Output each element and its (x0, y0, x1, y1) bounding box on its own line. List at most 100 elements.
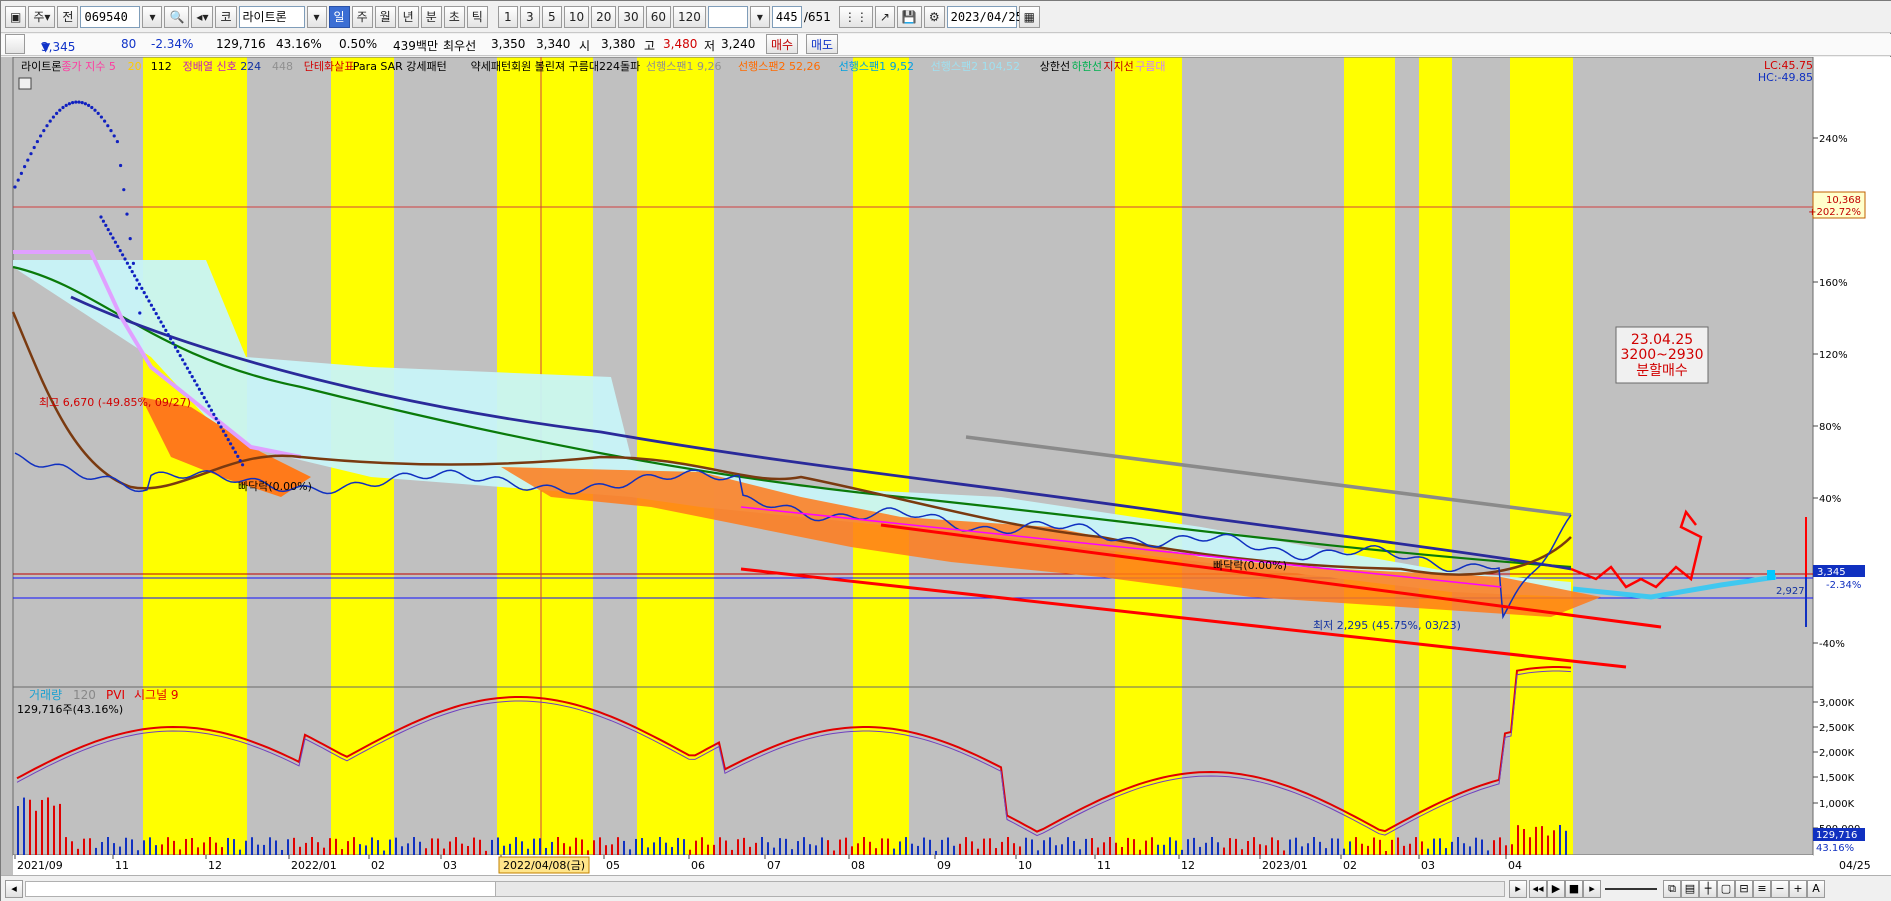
save-icon[interactable]: 💾 (896, 5, 922, 28)
sell-button[interactable]: 매도 (806, 34, 839, 54)
x-tick-label: 2022/01 (291, 859, 337, 872)
volume-bar (1463, 843, 1465, 855)
sar-dot (140, 286, 144, 290)
volume-bar (797, 841, 799, 855)
tab-year[interactable]: 년 (397, 5, 419, 28)
settings-icon[interactable]: ⚙ (923, 5, 945, 28)
window-icon[interactable]: ▢ (1717, 880, 1735, 898)
scrollbar[interactable]: ◂ ▸ ◂◂ ▶ ■ ▸ ⧉ ▤ ┼ ▢ ⊟ ≡ − + A (1, 875, 1891, 901)
volume-bar (683, 839, 685, 855)
list-icon[interactable]: ≡ (1753, 880, 1771, 898)
interval-dropdown-icon[interactable]: ▾ (749, 5, 770, 28)
interval-60[interactable]: 60 (645, 5, 671, 28)
buy-button[interactable]: 매수 (766, 34, 799, 54)
turnover-pct: 0.50% (339, 37, 378, 51)
volume-bar (185, 838, 187, 855)
crosshair-icon[interactable]: ┼ (1699, 880, 1717, 898)
volume-bar (545, 847, 547, 855)
tab-second[interactable]: 초 (443, 5, 465, 28)
forward-icon[interactable]: ▸ (1583, 880, 1601, 898)
zoom-slider[interactable] (1605, 888, 1657, 890)
volume-bar (1199, 846, 1201, 855)
interval-10[interactable]: 10 (563, 5, 590, 28)
grid-icon[interactable]: ⋮⋮ (838, 5, 873, 28)
market-button[interactable]: 코 (215, 5, 237, 28)
stock-code-input[interactable]: 069540 (80, 5, 141, 28)
volume-bar (347, 841, 349, 855)
volume-bar (1025, 837, 1027, 855)
sar-dot (193, 379, 197, 383)
split-icon[interactable]: ⊟ (1735, 880, 1753, 898)
sar-dot (96, 111, 100, 115)
bid-label: 최우선 (443, 39, 477, 53)
interval-20[interactable]: 20 (591, 5, 617, 28)
chart-area[interactable]: 23.04.25 3200~2930 분할매수 최고 6,670 (-49.85… (1, 56, 1891, 881)
volume-bar (365, 845, 367, 855)
search-icon[interactable]: 🔍 (164, 5, 190, 28)
volume-bar (209, 837, 211, 855)
interval-custom-input[interactable] (707, 5, 748, 28)
scroll-right-icon[interactable]: ▸ (1509, 880, 1527, 898)
sar-dot (119, 163, 123, 168)
volume-bar (173, 840, 175, 855)
layout-grid-icon[interactable]: ▤ (1681, 880, 1699, 898)
zoom-out-icon[interactable]: − (1771, 880, 1789, 898)
volume-bar (383, 850, 385, 855)
volume-bar (1253, 837, 1255, 855)
sar-dot (19, 171, 23, 175)
volume-bar (431, 838, 433, 855)
tab-day[interactable]: 일 (328, 5, 350, 28)
zoom-fit-icon[interactable]: ⧉ (1663, 880, 1681, 898)
font-size-icon[interactable]: A (1807, 880, 1825, 898)
interval-120[interactable]: 120 (672, 5, 706, 28)
checkbox-icon[interactable] (5, 34, 25, 54)
speaker-icon[interactable]: ◂▾ (191, 5, 214, 28)
rewind-icon[interactable]: ◂◂ (1529, 880, 1547, 898)
period-select[interactable]: 주▾ (28, 5, 56, 28)
volume-bar (419, 841, 421, 855)
stop-icon[interactable]: ■ (1565, 880, 1583, 898)
date-input[interactable]: 2023/04/25 (946, 5, 1023, 28)
zoom-in-icon[interactable]: + (1789, 880, 1807, 898)
count-input[interactable]: 445 (771, 5, 802, 28)
tab-tick[interactable]: 틱 (466, 5, 488, 28)
volume-bar (689, 849, 691, 855)
volume-bar (1355, 837, 1357, 855)
scroll-left-icon[interactable]: ◂ (5, 880, 23, 898)
layout-icon[interactable]: ▣ (5, 5, 27, 28)
scroll-thumb[interactable] (26, 882, 496, 896)
pause-icon[interactable]: ▶ (1547, 880, 1565, 898)
prev-button[interactable]: 전 (57, 5, 79, 28)
volume-bar (557, 837, 559, 855)
chart-config-icon[interactable] (18, 77, 32, 90)
volume-bar (665, 842, 667, 855)
volume-bar (1223, 847, 1225, 855)
volume-bar (1367, 845, 1369, 855)
sar-dot (23, 165, 27, 169)
volume-bar (407, 843, 409, 855)
volume-bar (1409, 843, 1411, 855)
volume-bar (1127, 837, 1129, 855)
chart-icon[interactable]: ↗ (874, 5, 895, 28)
volume-bar (725, 840, 727, 855)
interval-1[interactable]: 1 (497, 5, 518, 28)
sar-dot (90, 105, 94, 110)
interval-3[interactable]: 3 (519, 5, 540, 28)
interval-30[interactable]: 30 (618, 5, 644, 28)
interval-5[interactable]: 5 (541, 5, 562, 28)
stock-name-field[interactable]: 라이트론 (238, 5, 305, 28)
scroll-track[interactable] (25, 881, 1505, 897)
sar-dot (219, 425, 223, 429)
calendar-icon[interactable]: ▦ (1018, 5, 1040, 28)
sar-dot (178, 354, 182, 358)
volume-bar (215, 842, 217, 855)
tab-week[interactable]: 주 (351, 5, 373, 28)
volume-bar (461, 843, 463, 855)
tab-month[interactable]: 월 (374, 5, 396, 28)
volume-bar (851, 846, 853, 855)
dropdown-icon[interactable]: ▾ (142, 5, 163, 28)
volume-bar (491, 839, 493, 855)
name-dropdown-icon[interactable]: ▾ (306, 5, 327, 28)
tab-minute[interactable]: 분 (420, 5, 442, 28)
volume-bar (845, 837, 847, 855)
